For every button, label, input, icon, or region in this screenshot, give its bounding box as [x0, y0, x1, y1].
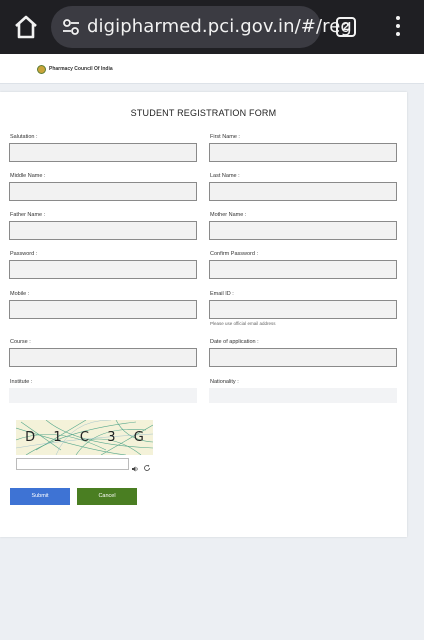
captcha-characters: D 1 C 3 G — [16, 430, 153, 445]
submit-button[interactable]: Submit — [10, 488, 70, 505]
email-label: Email ID : — [210, 291, 234, 297]
browser-toolbar: digipharmed.pci.gov.in/#/reg 2 — [0, 0, 424, 54]
home-icon[interactable] — [12, 14, 40, 40]
captcha-char: 1 — [53, 430, 62, 445]
url-text[interactable]: digipharmed.pci.gov.in/#/reg — [87, 16, 352, 37]
course-select[interactable] — [9, 348, 197, 367]
father-name-label: Father Name : — [10, 212, 46, 218]
course-label: Course : — [10, 339, 31, 345]
refresh-icon[interactable] — [143, 459, 151, 471]
nationality-label: Nationality : — [210, 379, 239, 385]
confirm-password-label: Confirm Password : — [210, 251, 258, 257]
confirm-password-input[interactable] — [209, 260, 397, 279]
last-name-label: Last Name : — [210, 173, 240, 179]
email-helper-text: Please use official email address — [210, 321, 276, 326]
more-vert-icon[interactable] — [394, 16, 402, 38]
org-name: Pharmacy Council Of India — [49, 66, 113, 72]
tune-icon[interactable] — [61, 17, 81, 37]
password-label: Password : — [10, 251, 38, 257]
mother-name-input[interactable] — [209, 221, 397, 240]
captcha-char: D — [25, 430, 36, 445]
institute-label: Institute : — [10, 379, 33, 385]
salutation-label: Salutation : — [10, 134, 38, 140]
date-of-application-input[interactable] — [209, 348, 397, 367]
mobile-input[interactable] — [9, 300, 197, 319]
captcha-char: C — [79, 430, 89, 445]
tabs-button[interactable]: 2 — [336, 17, 356, 37]
date-of-application-label: Date of application : — [210, 339, 259, 345]
nationality-select[interactable] — [209, 388, 397, 403]
captcha-input[interactable] — [16, 458, 129, 470]
institute-select[interactable] — [9, 388, 197, 403]
middle-name-label: Middle Name : — [10, 173, 46, 179]
speaker-icon[interactable] — [131, 460, 139, 472]
first-name-input[interactable] — [209, 143, 397, 162]
last-name-input[interactable] — [209, 182, 397, 201]
address-bar[interactable]: digipharmed.pci.gov.in/#/reg — [51, 6, 352, 48]
captcha-image: D 1 C 3 G — [16, 420, 153, 455]
mother-name-label: Mother Name : — [210, 212, 247, 218]
cancel-button[interactable]: Cancel — [77, 488, 137, 505]
pci-logo — [37, 65, 46, 74]
email-input[interactable] — [209, 300, 397, 319]
first-name-label: First Name : — [210, 134, 240, 140]
captcha-char: G — [133, 430, 144, 445]
middle-name-input[interactable] — [9, 182, 197, 201]
father-name-input[interactable] — [9, 221, 197, 240]
captcha-char: 3 — [107, 430, 116, 445]
password-input[interactable] — [9, 260, 197, 279]
site-header: Pharmacy Council Of India — [0, 54, 424, 84]
mobile-label: Mobile : — [10, 291, 30, 297]
form-title: STUDENT REGISTRATION FORM — [130, 108, 277, 118]
salutation-select[interactable] — [9, 143, 197, 162]
